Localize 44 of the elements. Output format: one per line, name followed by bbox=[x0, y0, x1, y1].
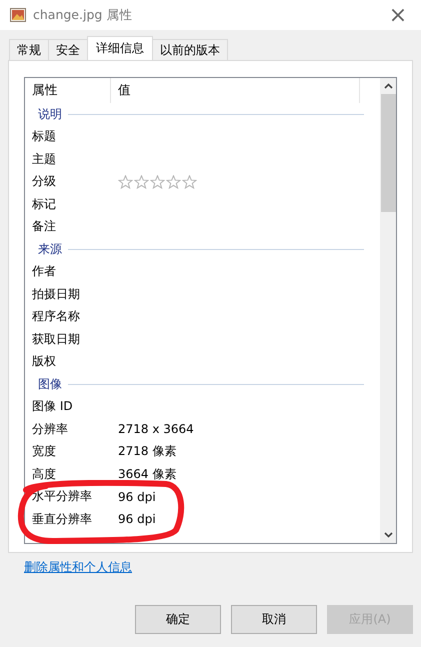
tab[interactable]: 以前的版本 bbox=[152, 39, 228, 60]
star-icon[interactable] bbox=[166, 174, 181, 189]
group-heading: 图像 bbox=[38, 376, 62, 393]
property-name: 水平分辨率 bbox=[32, 488, 93, 506]
property-name: 标题 bbox=[32, 128, 57, 146]
property-value: 3664 像素 bbox=[118, 466, 176, 483]
group-heading: 说明 bbox=[38, 106, 62, 123]
star-icon[interactable] bbox=[118, 174, 133, 189]
tab[interactable]: 详细信息 bbox=[87, 36, 153, 60]
property-name: 作者 bbox=[32, 263, 57, 280]
image-file-icon bbox=[10, 8, 26, 22]
property-name: 主题 bbox=[32, 150, 57, 168]
property-name: 备注 bbox=[32, 218, 57, 236]
property-name: 分级 bbox=[32, 173, 57, 190]
property-name: 高度 bbox=[32, 466, 57, 483]
property-name: 垂直分辨率 bbox=[32, 510, 93, 528]
window-title: change.jpg 属性 bbox=[33, 6, 134, 24]
column-header[interactable]: 属性 bbox=[25, 78, 111, 103]
star-icon[interactable] bbox=[150, 174, 165, 189]
scroll-up-icon[interactable] bbox=[384, 83, 392, 89]
scrollbar[interactable] bbox=[380, 78, 396, 543]
property-value: 2718 x 3664 bbox=[118, 422, 194, 436]
remove-properties-link[interactable]: 删除属性和个人信息 bbox=[24, 559, 132, 576]
property-name: 程序名称 bbox=[32, 308, 81, 326]
property-name: 标记 bbox=[32, 196, 57, 213]
property-name: 宽度 bbox=[32, 443, 57, 460]
property-value: 96 dpi bbox=[118, 512, 156, 526]
star-icon[interactable] bbox=[182, 174, 197, 189]
scroll-thumb[interactable] bbox=[380, 94, 396, 212]
property-value: 2718 像素 bbox=[118, 443, 176, 460]
property-name: 获取日期 bbox=[32, 330, 81, 348]
column-header[interactable]: 值 bbox=[111, 78, 360, 103]
property-name: 拍摄日期 bbox=[32, 286, 81, 303]
group-heading: 来源 bbox=[38, 240, 62, 258]
close-button[interactable]: × bbox=[375, 0, 421, 30]
star-icon[interactable] bbox=[134, 174, 149, 189]
dialog-button[interactable]: 取消 bbox=[231, 605, 317, 634]
dialog-button[interactable]: 确定 bbox=[135, 605, 221, 634]
property-name: 版权 bbox=[32, 353, 57, 370]
property-name: 分辨率 bbox=[32, 420, 69, 438]
tab[interactable]: 常规 bbox=[9, 39, 49, 60]
scroll-down-icon[interactable] bbox=[384, 532, 392, 538]
property-value: 96 dpi bbox=[118, 490, 156, 504]
property-name: 图像 ID bbox=[32, 398, 74, 416]
